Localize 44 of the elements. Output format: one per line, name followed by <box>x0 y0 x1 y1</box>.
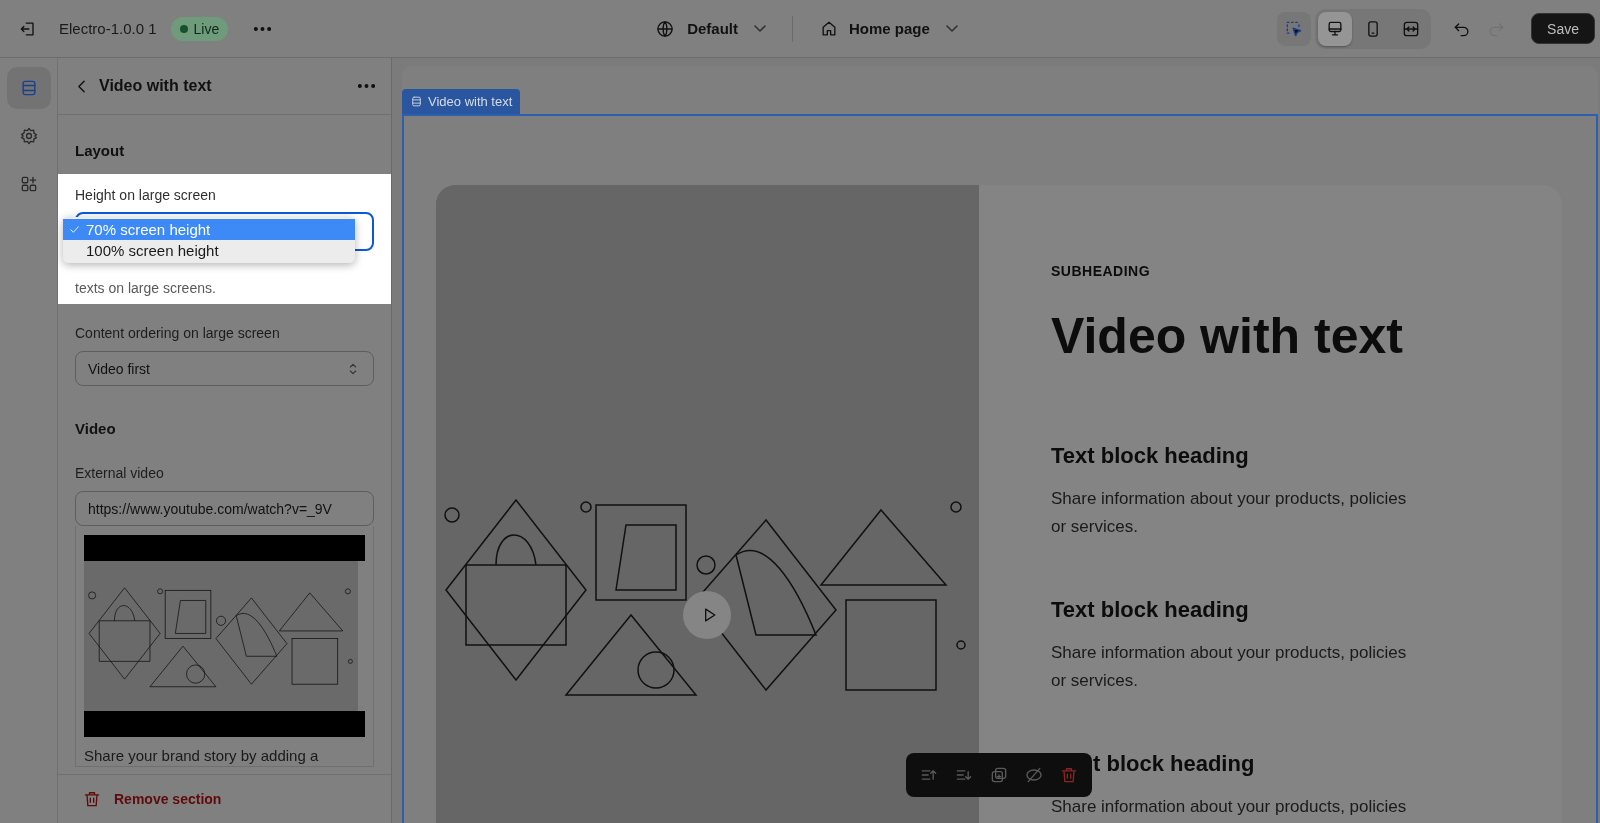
theme-name: Electro-1.0.0 1 <box>59 20 157 37</box>
more-icon <box>254 26 272 31</box>
duplicate-icon <box>989 765 1009 785</box>
help-text: texts on large screens. <box>75 279 217 298</box>
section-tag[interactable]: Video with text <box>402 89 521 114</box>
block-text: Share information about your products, policies or services. <box>1051 488 1408 538</box>
more-button[interactable] <box>254 26 272 31</box>
block-text: Share information about your products, policies or services. <box>1051 642 1408 692</box>
panel-title: Video with text <box>99 77 213 95</box>
field-label: Content ordering on large screen <box>75 324 281 343</box>
page-menu[interactable]: Home page <box>815 11 962 46</box>
section-heading: Layout <box>75 141 126 161</box>
field-label: Height on large screen <box>75 186 217 205</box>
remove-section-button[interactable]: Remove section <box>82 789 222 809</box>
video-caption: Share your brand story by adding a <box>84 746 320 766</box>
trash-icon <box>82 789 102 809</box>
globe-icon <box>655 18 676 39</box>
block-text: Share information about your products, policies <box>1051 796 1408 818</box>
chevron-down-icon <box>945 25 958 32</box>
block-heading: Text block heading <box>1051 596 1249 624</box>
block-heading: Text block heading <box>1051 442 1249 470</box>
eye-slash-icon <box>1023 765 1044 785</box>
settings-icon <box>18 126 39 146</box>
chevron-down-icon <box>754 25 766 32</box>
back-icon <box>78 79 85 93</box>
block-heading: t block heading <box>1093 750 1255 778</box>
checkmark-icon <box>68 223 81 236</box>
live-badge: Live <box>170 16 229 41</box>
section-heading: Video with text <box>1051 307 1404 366</box>
desktop-view-button[interactable] <box>1318 11 1353 46</box>
language-menu[interactable]: Default <box>651 11 770 46</box>
save-button[interactable]: Save <box>1531 13 1595 44</box>
field-label: External video <box>75 464 165 483</box>
more-icon <box>358 84 375 88</box>
subheading: SUBHEADING <box>1051 262 1152 281</box>
inspector-button[interactable] <box>1277 11 1312 46</box>
section-icon <box>410 95 423 108</box>
input-field[interactable]: https://www.youtube.com/watch?v=_9V <box>75 491 374 526</box>
dropdown-option[interactable]: 100% screen height <box>63 240 355 261</box>
dropdown-option[interactable]: 70% screen height <box>63 219 355 240</box>
ordering-select[interactable]: Video first <box>75 351 374 386</box>
sections-tab[interactable] <box>6 67 51 109</box>
section-heading: Video <box>75 419 117 439</box>
more-button[interactable] <box>356 84 377 88</box>
